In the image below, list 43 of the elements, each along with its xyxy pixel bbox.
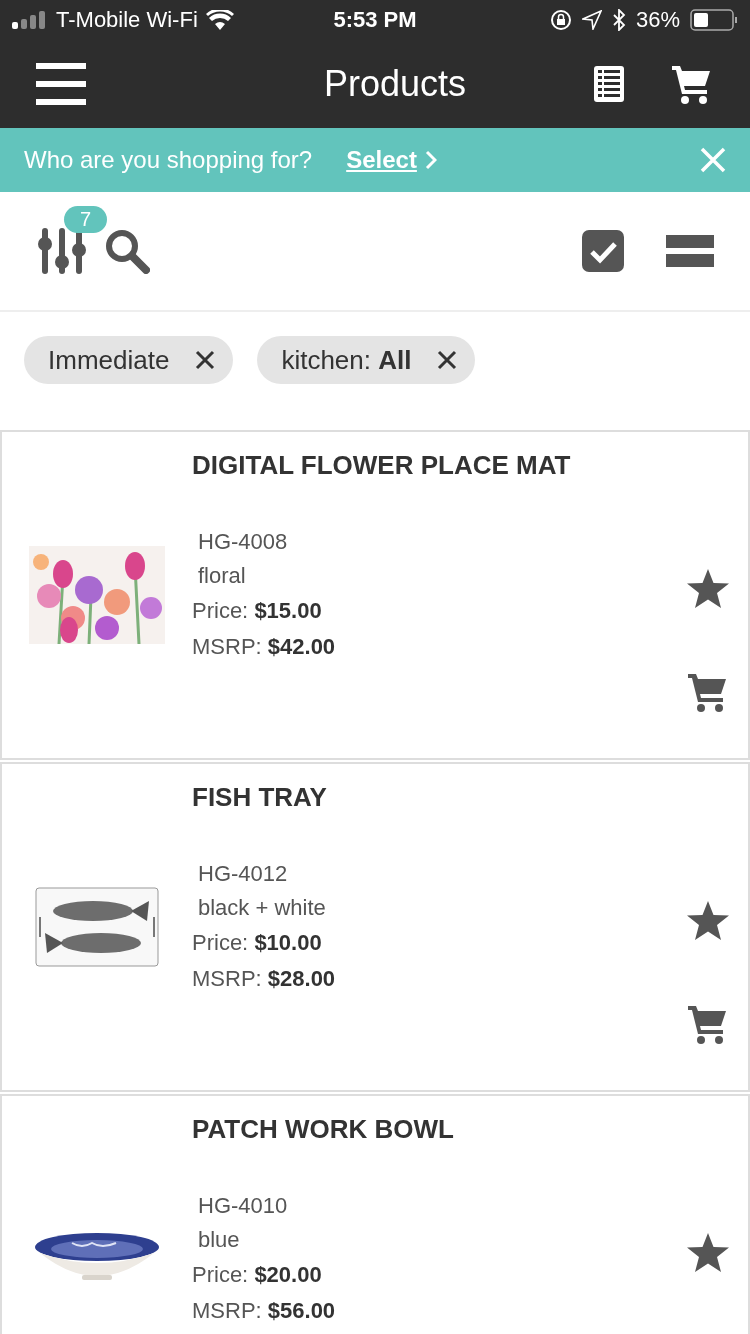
filter-chip[interactable]: Immediate xyxy=(24,336,234,384)
bluetooth-icon xyxy=(611,9,626,31)
location-icon xyxy=(581,10,602,30)
product-name: FISH TRAY xyxy=(192,782,328,813)
product-price: Price: $10.00 xyxy=(192,929,323,957)
product-card[interactable]: FISH TRAY HG-4012 black + white Price: $10.00 MSRP: $28.00 xyxy=(0,762,750,1092)
page-title: Products xyxy=(322,63,468,105)
star-icon[interactable] xyxy=(686,900,730,942)
chevron-icon xyxy=(424,150,437,170)
product-price: Price: $15.00 xyxy=(192,597,323,625)
filter-chip[interactable]: kitchen: All xyxy=(257,336,476,384)
star-icon[interactable] xyxy=(686,1232,730,1274)
battery-percent: 36% xyxy=(635,7,680,33)
close-icon xyxy=(437,350,458,370)
product-name: DIGITAL FLOWER PLACE MAT xyxy=(192,450,572,481)
product-card[interactable]: DIGITAL FLOWER PLACE MAT HG-4008 floral Price: $15.00 MSRP: $42.00 xyxy=(0,430,750,760)
carrier-name: T-Mobile Wi-Fi xyxy=(56,7,198,33)
star-icon[interactable] xyxy=(686,568,730,610)
list-icon[interactable] xyxy=(594,66,624,102)
product-msrp: MSRP: $56.00 xyxy=(192,1297,337,1325)
product-price: Price: $20.00 xyxy=(192,1261,323,1289)
product-sku: HG-4010 xyxy=(197,1192,289,1220)
battery-icon xyxy=(690,9,738,31)
menu-button[interactable] xyxy=(36,63,86,105)
filter-count-badge: 7 xyxy=(64,206,108,233)
product-msrp: MSRP: $42.00 xyxy=(192,633,337,661)
product-msrp: MSRP: $28.00 xyxy=(192,965,337,993)
product-color: floral xyxy=(197,562,247,590)
rotation-lock-icon xyxy=(549,9,572,31)
search-button[interactable] xyxy=(104,228,150,274)
product-sku: HG-4008 xyxy=(197,528,289,556)
view-toggle-icon[interactable] xyxy=(666,235,714,267)
banner-text: Who are you shopping for? xyxy=(24,146,313,174)
signal-icon xyxy=(12,11,48,29)
product-color: black + white xyxy=(197,894,327,922)
product-card[interactable]: PATCH WORK BOWL HG-4010 blue Price: $20.00 MSRP: $56.00 xyxy=(0,1094,750,1334)
product-sku: HG-4012 xyxy=(197,860,289,888)
product-color: blue xyxy=(197,1226,241,1254)
clock-time: 5:53 PM xyxy=(333,7,417,33)
select-checkbox[interactable] xyxy=(582,230,624,272)
product-name: PATCH WORK BOWL xyxy=(192,1114,455,1145)
close-icon xyxy=(195,350,216,370)
wifi-icon xyxy=(205,10,234,30)
